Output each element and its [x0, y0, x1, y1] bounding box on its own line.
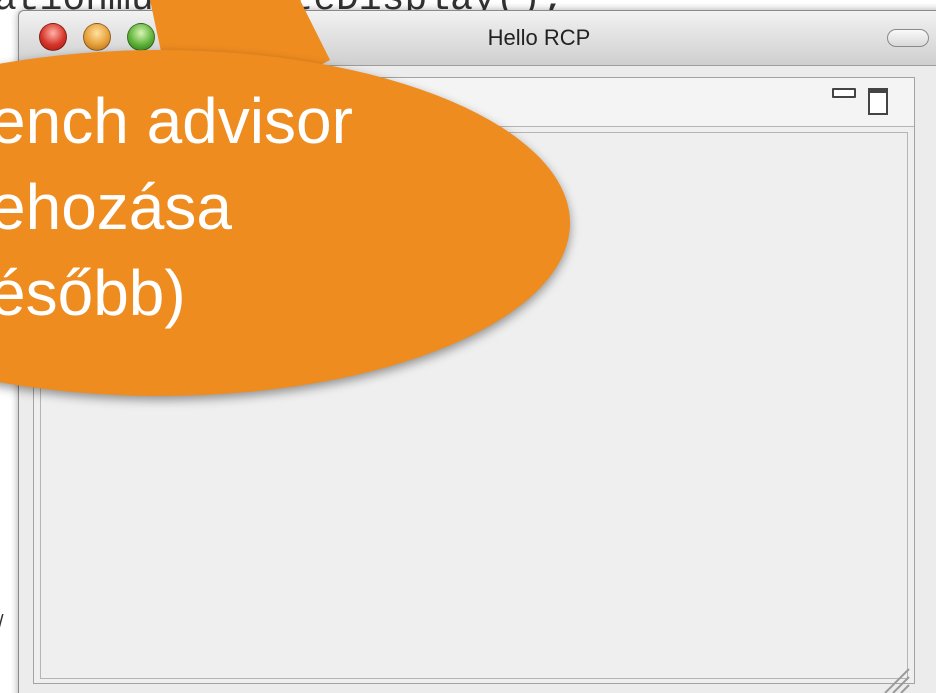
- screenshot-stage: ationmui.createDisplay(); / Hello RCP en…: [0, 0, 936, 693]
- callout-text: ench advisor ehozása ésőbb): [0, 78, 353, 336]
- callout-line-1: ench advisor: [0, 85, 353, 157]
- callout-line-3: ésőbb): [0, 257, 186, 329]
- callout-line-2: ehozása: [0, 171, 232, 243]
